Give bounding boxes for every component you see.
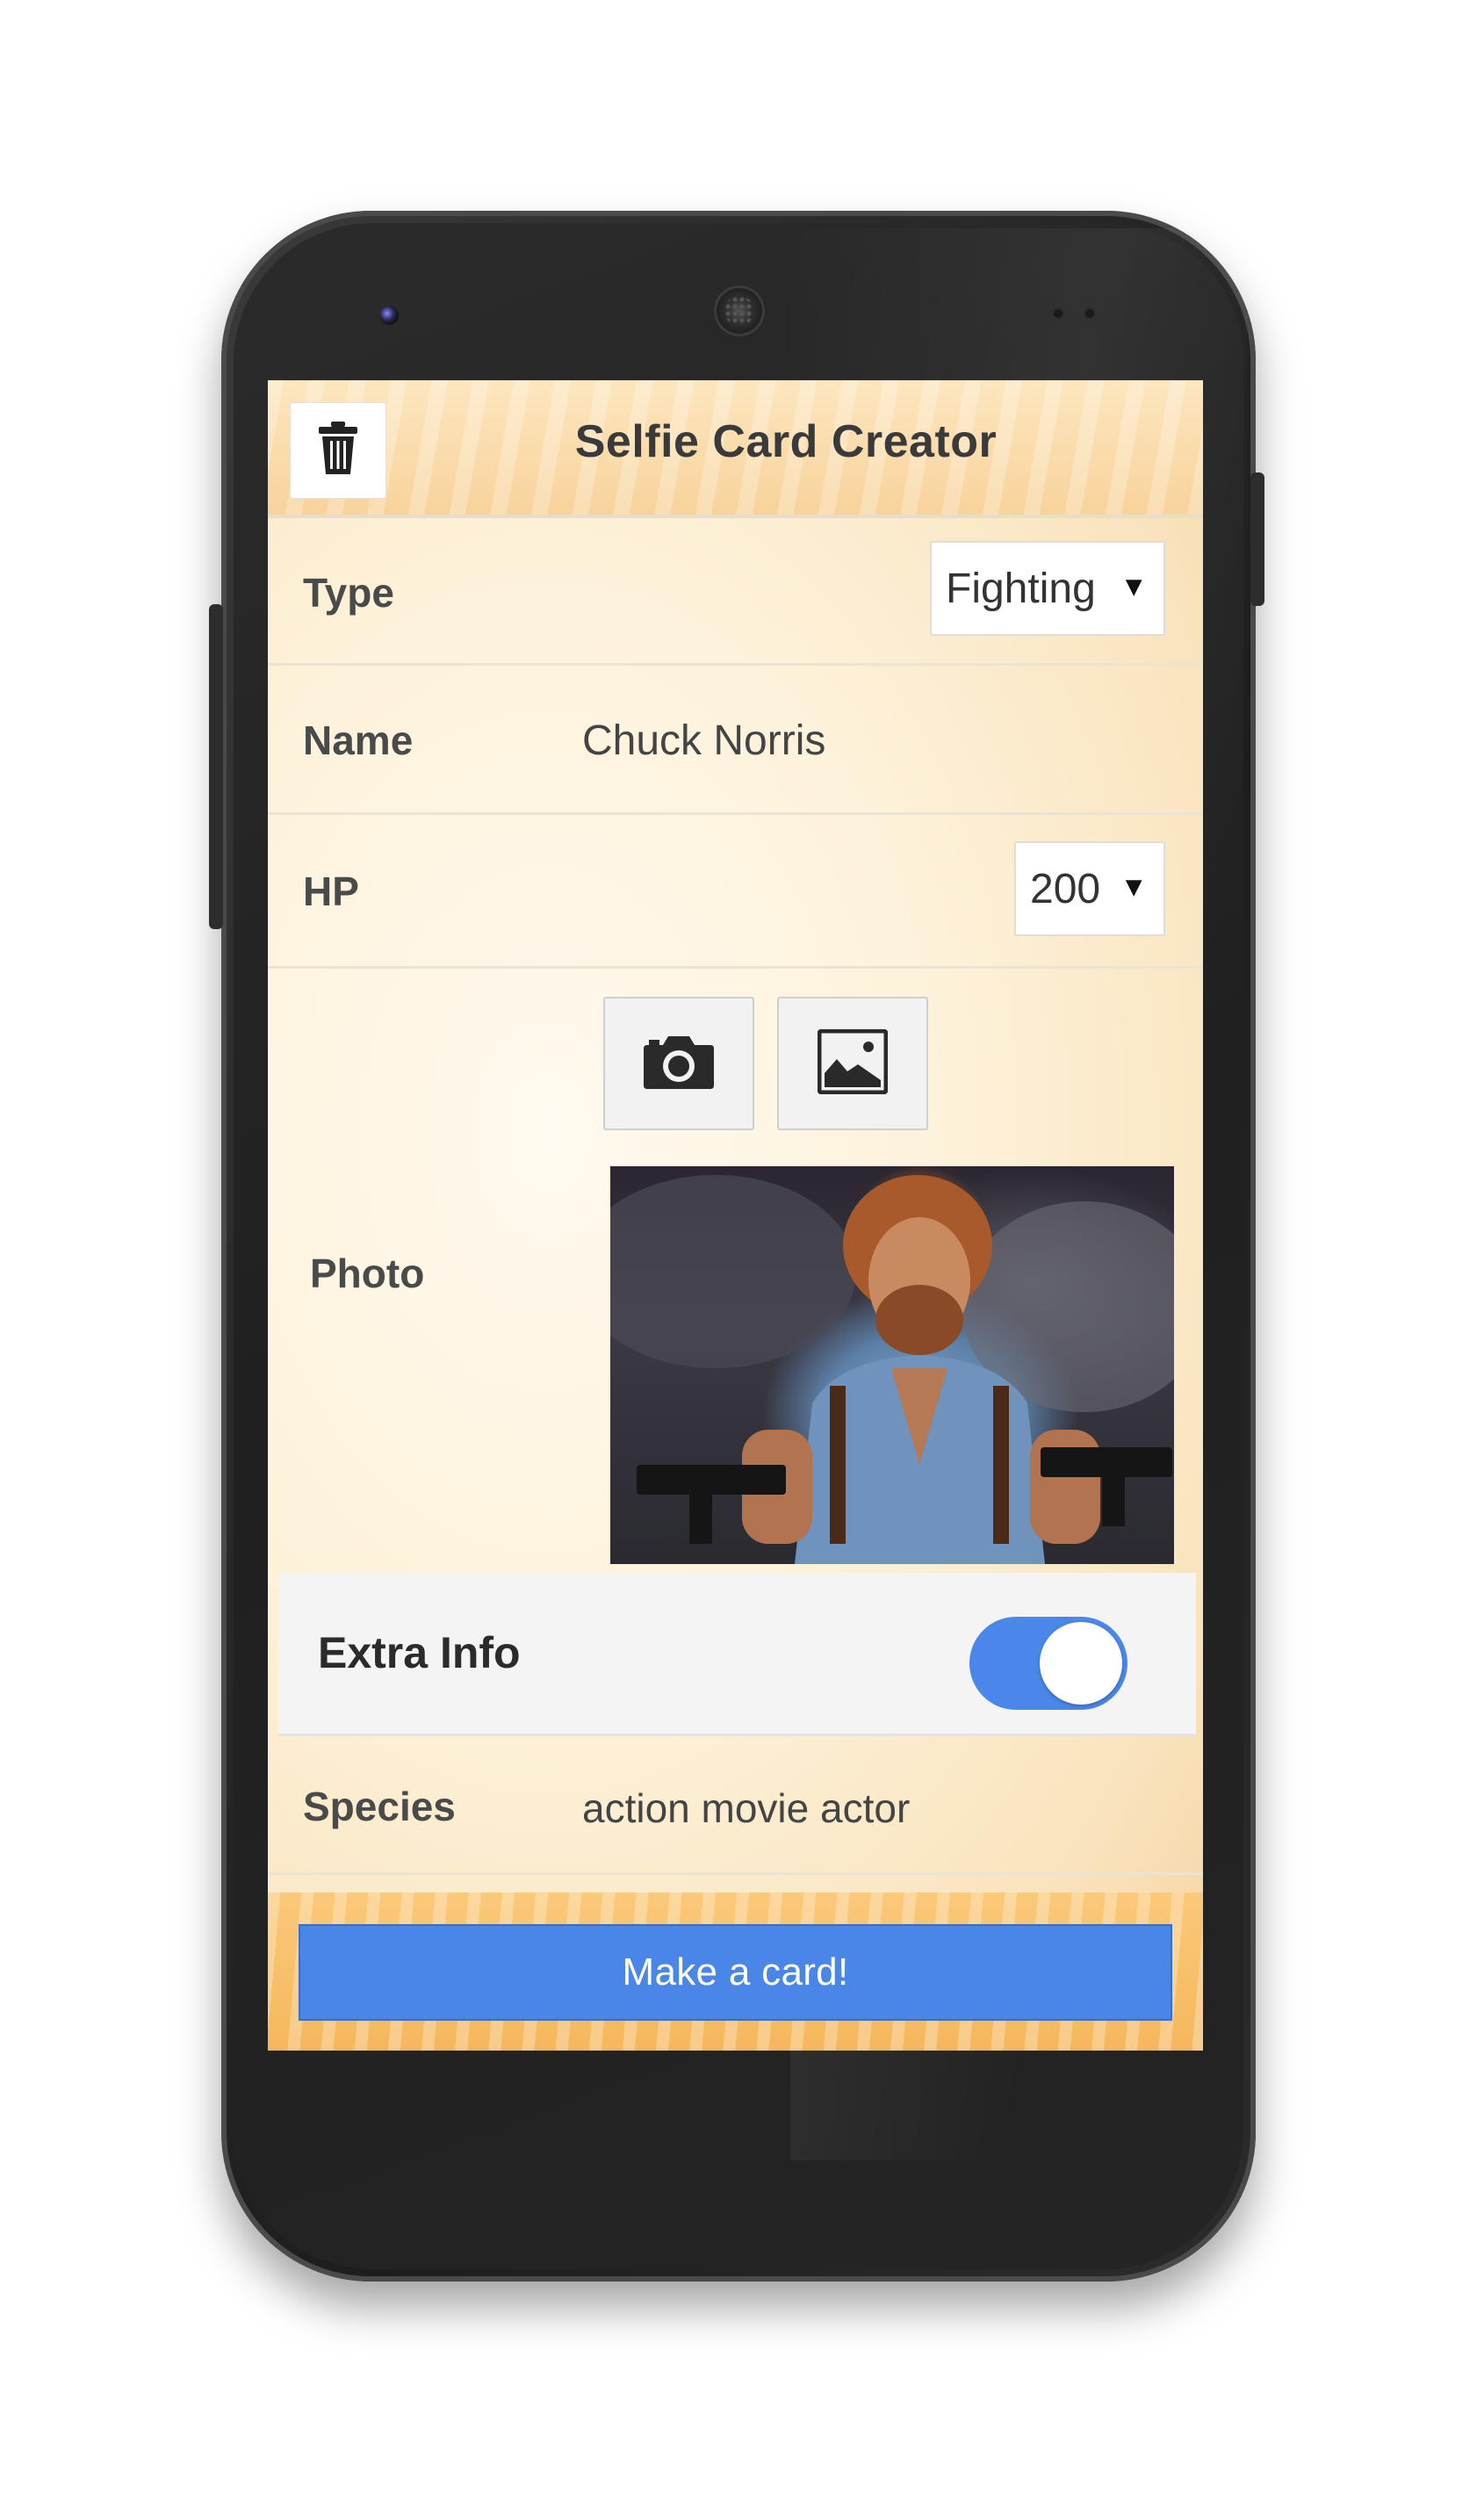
name-row: Name Chuck Norris — [268, 666, 1203, 815]
type-label: Type — [303, 570, 394, 616]
chevron-down-icon: ▼ — [1120, 570, 1148, 602]
front-camera-lens — [379, 306, 399, 325]
species-label: Species — [303, 1784, 456, 1829]
name-label: Name — [303, 717, 414, 763]
make-card-button[interactable]: Make a card! — [299, 1924, 1172, 2021]
light-sensor — [1084, 307, 1096, 320]
name-field[interactable]: Chuck Norris — [582, 717, 825, 765]
photo-image — [610, 1175, 1174, 1564]
hp-select-value: 200 — [1030, 865, 1101, 912]
selected-photo — [610, 1166, 1174, 1564]
extra-info-row: Extra Info — [278, 1573, 1196, 1736]
hp-row: HP 200 ▼ — [268, 815, 1203, 969]
volume-button — [209, 604, 223, 929]
type-select-value: Fighting — [946, 565, 1096, 612]
type-select[interactable]: Fighting ▼ — [930, 541, 1165, 636]
photo-row: Photo — [268, 969, 1203, 1573]
page-title: Selfie Card Creator — [574, 416, 998, 467]
type-row: Type Fighting ▼ — [268, 518, 1203, 666]
choose-photo-button[interactable] — [777, 997, 928, 1130]
app-screen: Selfie Card Creator Type Fighting ▼ Name… — [268, 380, 1203, 2051]
hp-select[interactable]: 200 ▼ — [1014, 841, 1165, 936]
proximity-sensor — [1052, 307, 1064, 320]
earpiece-speaker — [714, 285, 765, 336]
image-gallery-icon — [817, 1028, 889, 1099]
species-row: Species action movie actor — [268, 1739, 1203, 1875]
power-button — [1250, 472, 1264, 606]
take-photo-button[interactable] — [603, 997, 754, 1130]
camera-icon — [642, 1033, 716, 1095]
extra-info-label: Extra Info — [318, 1628, 521, 1677]
extra-info-toggle[interactable] — [969, 1617, 1127, 1710]
app-header: Selfie Card Creator — [268, 380, 1203, 518]
photo-label: Photo — [310, 1251, 425, 1296]
hp-label: HP — [303, 869, 359, 914]
trash-icon — [317, 421, 359, 480]
toggle-knob — [1040, 1622, 1122, 1705]
species-field[interactable]: action movie actor — [582, 1784, 910, 1832]
bottom-action-bar: Make a card! — [268, 1893, 1203, 2051]
delete-button[interactable] — [290, 402, 386, 499]
chevron-down-icon: ▼ — [1120, 870, 1148, 903]
